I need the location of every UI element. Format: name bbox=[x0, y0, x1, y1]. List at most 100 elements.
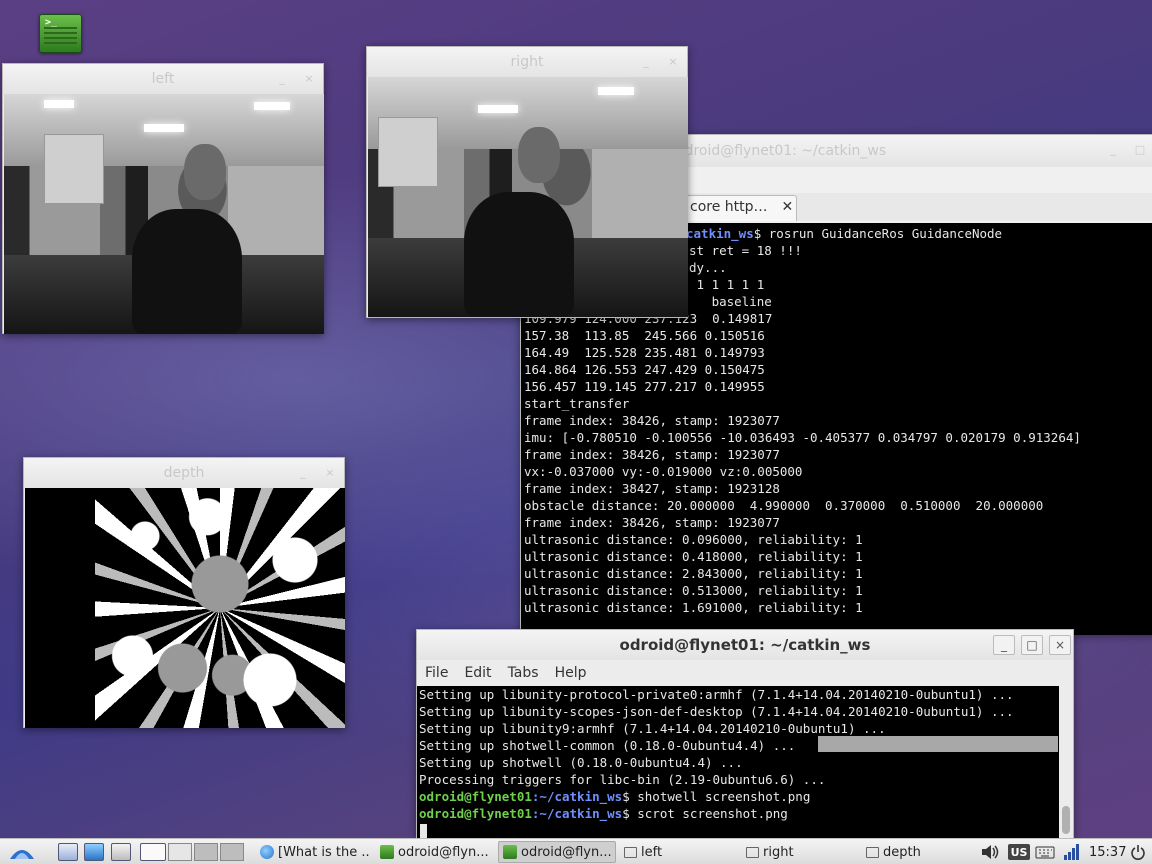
command-text: $ scrot screenshot.png bbox=[622, 806, 788, 821]
terminal-front-titlebar[interactable]: odroid@flynet01: ~/catkin_ws _ □ × bbox=[417, 630, 1073, 660]
output-line: st ret = 18 !!! bbox=[689, 243, 802, 258]
window-title: odroid@flynet01: ~/catkin_ws bbox=[676, 143, 887, 159]
taskbar-item-terminal-2[interactable]: odroid@flyn... bbox=[498, 841, 616, 863]
minimize-button[interactable]: _ bbox=[639, 55, 653, 69]
output-line: 1 1 1 1 1 bbox=[689, 277, 765, 292]
right-window-titlebar[interactable]: right _ × bbox=[367, 47, 687, 77]
taskbar-item-terminal-1[interactable]: odroid@flyn... bbox=[376, 841, 494, 863]
close-tab-icon[interactable]: ✕ bbox=[782, 199, 794, 215]
output-line: dy... bbox=[689, 260, 727, 275]
minimize-button[interactable]: _ bbox=[993, 635, 1015, 655]
output-line: frame index: 38427, stamp: 1923128 bbox=[524, 481, 780, 496]
workspace-3[interactable] bbox=[220, 843, 244, 861]
close-button[interactable]: × bbox=[1049, 635, 1071, 655]
close-button[interactable]: × bbox=[323, 466, 337, 480]
scrollbar[interactable] bbox=[1059, 686, 1073, 839]
workspace-1[interactable] bbox=[168, 843, 192, 861]
taskbar-item-right[interactable]: right bbox=[742, 841, 860, 863]
folder-icon bbox=[624, 846, 637, 858]
depth-window-titlebar[interactable]: depth _ × bbox=[24, 458, 344, 488]
output-line: start_transfer bbox=[524, 396, 630, 411]
start-menu-icon[interactable] bbox=[4, 840, 44, 862]
depth-map-image bbox=[25, 488, 345, 728]
output-line: Setting up libunity-protocol-private0:ar… bbox=[419, 687, 1014, 702]
clock[interactable]: 15:37 bbox=[1089, 842, 1129, 862]
keyboard-layout-indicator[interactable]: US bbox=[1008, 844, 1030, 860]
maximize-button[interactable]: □ bbox=[1133, 143, 1147, 157]
command-text: $ shotwell screenshot.png bbox=[622, 789, 811, 804]
output-line: 164.864 126.553 247.429 0.150475 bbox=[524, 362, 765, 377]
right-camera-image bbox=[368, 77, 688, 317]
output-line: ultrasonic distance: 0.418000, reliabili… bbox=[524, 549, 863, 564]
output-line: frame index: 38426, stamp: 1923077 bbox=[524, 447, 780, 462]
output-line: 157.38 113.85 245.566 0.150516 bbox=[524, 328, 765, 343]
menu-help[interactable]: Help bbox=[555, 665, 587, 681]
output-line: ultrasonic distance: 0.513000, reliabili… bbox=[524, 583, 863, 598]
taskbar-item-depth[interactable]: depth bbox=[862, 841, 972, 863]
menu-file[interactable]: File bbox=[425, 665, 448, 681]
output-line: Processing triggers for libc-bin (2.19-0… bbox=[419, 772, 826, 787]
output-line: imu: [-0.780510 -0.100556 -10.036493 -0.… bbox=[524, 430, 1081, 445]
volume-icon[interactable] bbox=[980, 842, 1002, 862]
output-line: obstacle distance: 20.000000 4.990000 0.… bbox=[524, 498, 1044, 513]
left-camera-window[interactable]: left _ × bbox=[2, 63, 324, 334]
terminal-window-front[interactable]: odroid@flynet01: ~/catkin_ws _ □ × File … bbox=[416, 629, 1074, 839]
output-line: Setting up shotwell (0.18.0-0ubuntu4.4) … bbox=[419, 755, 743, 770]
browser-icon[interactable] bbox=[111, 843, 131, 861]
task-label: depth bbox=[883, 844, 921, 860]
task-label: left bbox=[641, 844, 663, 860]
terminal-output[interactable]: Setting up libunity-protocol-private0:ar… bbox=[417, 686, 1059, 839]
cursor bbox=[420, 824, 427, 838]
menu-tabs[interactable]: Tabs bbox=[508, 665, 539, 681]
network-signal-icon[interactable] bbox=[1062, 842, 1084, 862]
menu-bar: File Edit Tabs Help bbox=[417, 660, 1073, 686]
right-camera-window[interactable]: right _ × bbox=[366, 46, 688, 318]
prompt-user: odroid@flynet01 bbox=[419, 806, 532, 821]
keyboard-layout-label: US bbox=[1010, 845, 1028, 859]
output-line: frame index: 38426, stamp: 1923077 bbox=[524, 515, 780, 530]
terminal-icon bbox=[380, 845, 394, 859]
tab-label: core http… bbox=[690, 199, 768, 215]
output-line: ultrasonic distance: 0.096000, reliabili… bbox=[524, 532, 863, 547]
output-line: 164.49 125.528 235.481 0.149793 bbox=[524, 345, 765, 360]
folder-icon bbox=[746, 846, 759, 858]
left-window-titlebar[interactable]: left _ × bbox=[3, 64, 323, 94]
taskbar-item-left[interactable]: left bbox=[620, 841, 738, 863]
keyboard-icon[interactable] bbox=[1035, 842, 1057, 862]
prompt-user: odroid@flynet01 bbox=[419, 789, 532, 804]
show-desktop-icon[interactable] bbox=[58, 843, 78, 861]
terminal-icon[interactable]: >_ bbox=[39, 14, 82, 53]
power-icon[interactable] bbox=[1130, 842, 1150, 862]
output-line: Setting up libunity-scopes-json-def-desk… bbox=[419, 704, 1014, 719]
task-label: odroid@flyn... bbox=[398, 844, 489, 860]
workspace-2[interactable] bbox=[194, 843, 218, 861]
minimize-button[interactable]: _ bbox=[296, 466, 310, 480]
output-line: Setting up shotwell-common (0.18.0-0ubun… bbox=[419, 738, 796, 753]
close-button[interactable]: × bbox=[666, 55, 680, 69]
taskbar: [What is the ... odroid@flyn... odroid@f… bbox=[0, 838, 1152, 864]
task-label: right bbox=[763, 844, 794, 860]
tab-ros[interactable]: core http… ✕ bbox=[681, 195, 797, 221]
scrollbar-thumb[interactable] bbox=[1062, 806, 1070, 834]
file-manager-icon[interactable] bbox=[84, 843, 104, 861]
task-label: odroid@flyn... bbox=[521, 844, 612, 860]
output-line: ultrasonic distance: 2.843000, reliabili… bbox=[524, 566, 863, 581]
depth-window[interactable]: depth _ × bbox=[23, 457, 345, 728]
window-switcher-icon[interactable] bbox=[140, 843, 166, 861]
menu-edit[interactable]: Edit bbox=[464, 665, 491, 681]
output-line: baseline bbox=[689, 294, 772, 309]
folder-icon bbox=[866, 846, 879, 858]
command-text: $ rosrun GuidanceRos GuidanceNode bbox=[753, 226, 1003, 241]
close-button[interactable]: × bbox=[302, 72, 316, 86]
prompt-path: :~/catkin_ws bbox=[531, 789, 623, 804]
output-line: vx:-0.037000 vy:-0.019000 vz:0.005000 bbox=[524, 464, 803, 479]
maximize-button[interactable]: □ bbox=[1021, 635, 1043, 655]
minimize-button[interactable]: _ bbox=[275, 72, 289, 86]
terminal-icon bbox=[503, 845, 517, 859]
output-line: Setting up libunity9:armhf (7.1.4+14.04.… bbox=[419, 721, 886, 736]
taskbar-item-browser[interactable]: [What is the ... bbox=[256, 841, 370, 863]
minimize-button[interactable]: _ bbox=[1106, 143, 1120, 157]
prompt-path: :~/catkin_ws bbox=[531, 806, 623, 821]
prompt-path: catkin_ws bbox=[686, 226, 754, 241]
task-label: [What is the ... bbox=[278, 844, 370, 860]
